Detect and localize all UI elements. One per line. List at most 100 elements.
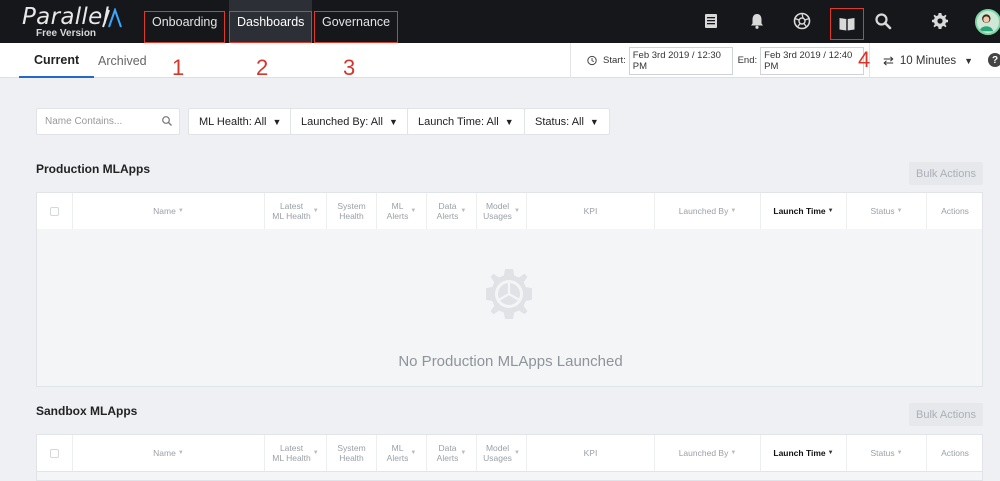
app-logo[interactable]: Parallel Free Version <box>22 4 122 40</box>
sort-icon: ▼ <box>896 450 903 456</box>
clock-icon <box>587 55 597 66</box>
column-label: ML Alerts <box>387 201 409 221</box>
column-data-alerts[interactable]: Data Alerts ▼ <box>427 193 477 229</box>
nav-tab-governance[interactable]: Governance <box>314 0 399 43</box>
user-avatar-icon <box>979 14 994 32</box>
time-range-selector: Start: Feb 3rd 2019 / 12:30 PM End: Feb … <box>570 43 870 78</box>
column-launch-time[interactable]: Launch Time ▼ <box>761 435 847 471</box>
column-system-health[interactable]: System Health <box>327 193 377 229</box>
help-icon[interactable]: ? <box>988 53 1000 67</box>
annotation-number-1: 1 <box>172 55 185 80</box>
aperture-icon[interactable] <box>791 10 813 32</box>
column-label: Status <box>870 206 895 216</box>
nav-tab-dashboards[interactable]: Dashboards <box>229 0 313 43</box>
filter-label: ML Health: All <box>199 115 267 128</box>
column-latest-ml-health[interactable]: Latest ML Health ▼ <box>265 435 327 471</box>
column-ml-alerts[interactable]: ML Alerts ▼ <box>377 435 427 471</box>
refresh-interval-dropdown[interactable]: ⇄ 10 Minutes ▼ <box>883 43 973 78</box>
column-label-line: Alerts <box>436 211 459 221</box>
column-kpi[interactable]: KPI <box>527 193 655 229</box>
column-label-line: ML Health <box>272 211 311 221</box>
annotation-number-2: 2 <box>256 55 269 80</box>
column-label: Data Alerts <box>437 201 459 221</box>
avatar[interactable] <box>975 9 1000 35</box>
launch-time-filter[interactable]: Launch Time: All ▼ <box>407 108 525 135</box>
column-actions: Actions <box>927 193 983 229</box>
sort-icon: ▼ <box>312 208 319 214</box>
column-label: KPI <box>583 448 598 458</box>
column-kpi[interactable]: KPI <box>527 435 655 471</box>
chevron-down-icon: ▼ <box>388 116 398 127</box>
chevron-down-icon: ▼ <box>272 116 282 127</box>
column-label-line: Model <box>485 443 510 453</box>
launched-by-filter[interactable]: Launched By: All ▼ <box>290 108 409 135</box>
nav-tab-label: Dashboards <box>237 14 305 29</box>
column-latest-ml-health[interactable]: Latest ML Health ▼ <box>265 193 327 229</box>
tab-archived[interactable]: Archived <box>98 43 147 78</box>
search-icon <box>162 116 172 126</box>
production-table-header: Name ▼ Latest ML Health ▼ System Health ML Al… <box>36 192 983 230</box>
list-icon[interactable] <box>700 10 722 32</box>
column-label-line: ML <box>391 443 404 453</box>
sort-icon: ▼ <box>896 208 903 214</box>
column-label: Model Usages <box>483 201 512 221</box>
filter-label: Status: All <box>535 115 584 128</box>
book-icon[interactable] <box>830 8 864 40</box>
column-name[interactable]: Name ▼ <box>73 193 265 229</box>
production-empty-state: No Production MLApps Launched <box>36 229 983 387</box>
column-model-usages[interactable]: Model Usages ▼ <box>477 193 527 229</box>
bell-icon[interactable] <box>746 10 768 32</box>
sort-icon: ▼ <box>460 450 467 456</box>
column-label: Actions <box>941 206 969 216</box>
column-system-health[interactable]: System Health <box>327 435 377 471</box>
column-launch-time[interactable]: Launch Time ▼ <box>761 193 847 229</box>
sort-icon: ▼ <box>410 208 417 214</box>
top-navigation-bar: Parallel Free Version Onboarding Dashboa… <box>0 0 1000 43</box>
start-time-input[interactable]: Feb 3rd 2019 / 12:30 PM <box>628 46 733 75</box>
select-all-cell <box>37 435 73 471</box>
search-icon[interactable] <box>872 10 894 32</box>
chevron-down-icon: ▼ <box>504 116 514 127</box>
select-all-checkbox[interactable] <box>50 448 59 458</box>
status-filter[interactable]: Status: All ▼ <box>524 108 610 135</box>
column-status[interactable]: Status ▼ <box>847 193 927 229</box>
select-all-cell <box>37 193 73 229</box>
column-data-alerts[interactable]: Data Alerts ▼ <box>427 435 477 471</box>
sub-navigation-bar: Current Archived Start: Feb 3rd 2019 / 1… <box>0 43 1000 78</box>
sandbox-bulk-actions-button[interactable]: Bulk Actions <box>909 403 983 426</box>
start-label: Start: <box>603 55 626 66</box>
gear-icon[interactable] <box>929 10 951 32</box>
column-label: Status <box>870 448 895 458</box>
column-name[interactable]: Name ▼ <box>73 435 265 471</box>
column-label: Latest ML Health <box>272 443 310 463</box>
logo-text: Parallel <box>22 4 110 30</box>
column-label-line: ML Health <box>272 453 311 463</box>
column-launched-by[interactable]: Launched By ▼ <box>655 193 761 229</box>
column-status[interactable]: Status ▼ <box>847 435 927 471</box>
production-bulk-actions-button[interactable]: Bulk Actions <box>909 162 983 185</box>
column-label: Launch Time <box>773 448 826 458</box>
ml-health-filter[interactable]: ML Health: All ▼ <box>188 108 293 135</box>
name-contains-input[interactable] <box>45 116 157 127</box>
logo-subtitle: Free Version <box>36 28 97 39</box>
column-label: Latest ML Health <box>272 201 310 221</box>
logo-mark-icon <box>102 8 122 28</box>
column-label: Launched By <box>678 448 729 458</box>
sort-icon: ▼ <box>730 450 737 456</box>
interval-value: 10 Minutes <box>899 54 957 67</box>
column-model-usages[interactable]: Model Usages ▼ <box>477 435 527 471</box>
nav-tab-onboarding[interactable]: Onboarding <box>144 0 226 43</box>
column-actions: Actions <box>927 435 983 471</box>
column-label-line: ML <box>391 201 404 211</box>
end-time-input[interactable]: Feb 3rd 2019 / 12:40 PM <box>760 46 864 75</box>
column-launched-by[interactable]: Launched By ▼ <box>655 435 761 471</box>
select-all-checkbox[interactable] <box>50 206 59 216</box>
tab-current[interactable]: Current <box>19 43 95 78</box>
chevron-down-icon: ▼ <box>589 116 599 127</box>
name-search-box <box>36 108 180 135</box>
chevron-down-icon: ▼ <box>964 55 974 66</box>
column-ml-alerts[interactable]: ML Alerts ▼ <box>377 193 427 229</box>
annotation-number-4: 4 <box>858 47 871 72</box>
sort-icon: ▼ <box>410 450 417 456</box>
column-label-line: Alerts <box>436 453 459 463</box>
